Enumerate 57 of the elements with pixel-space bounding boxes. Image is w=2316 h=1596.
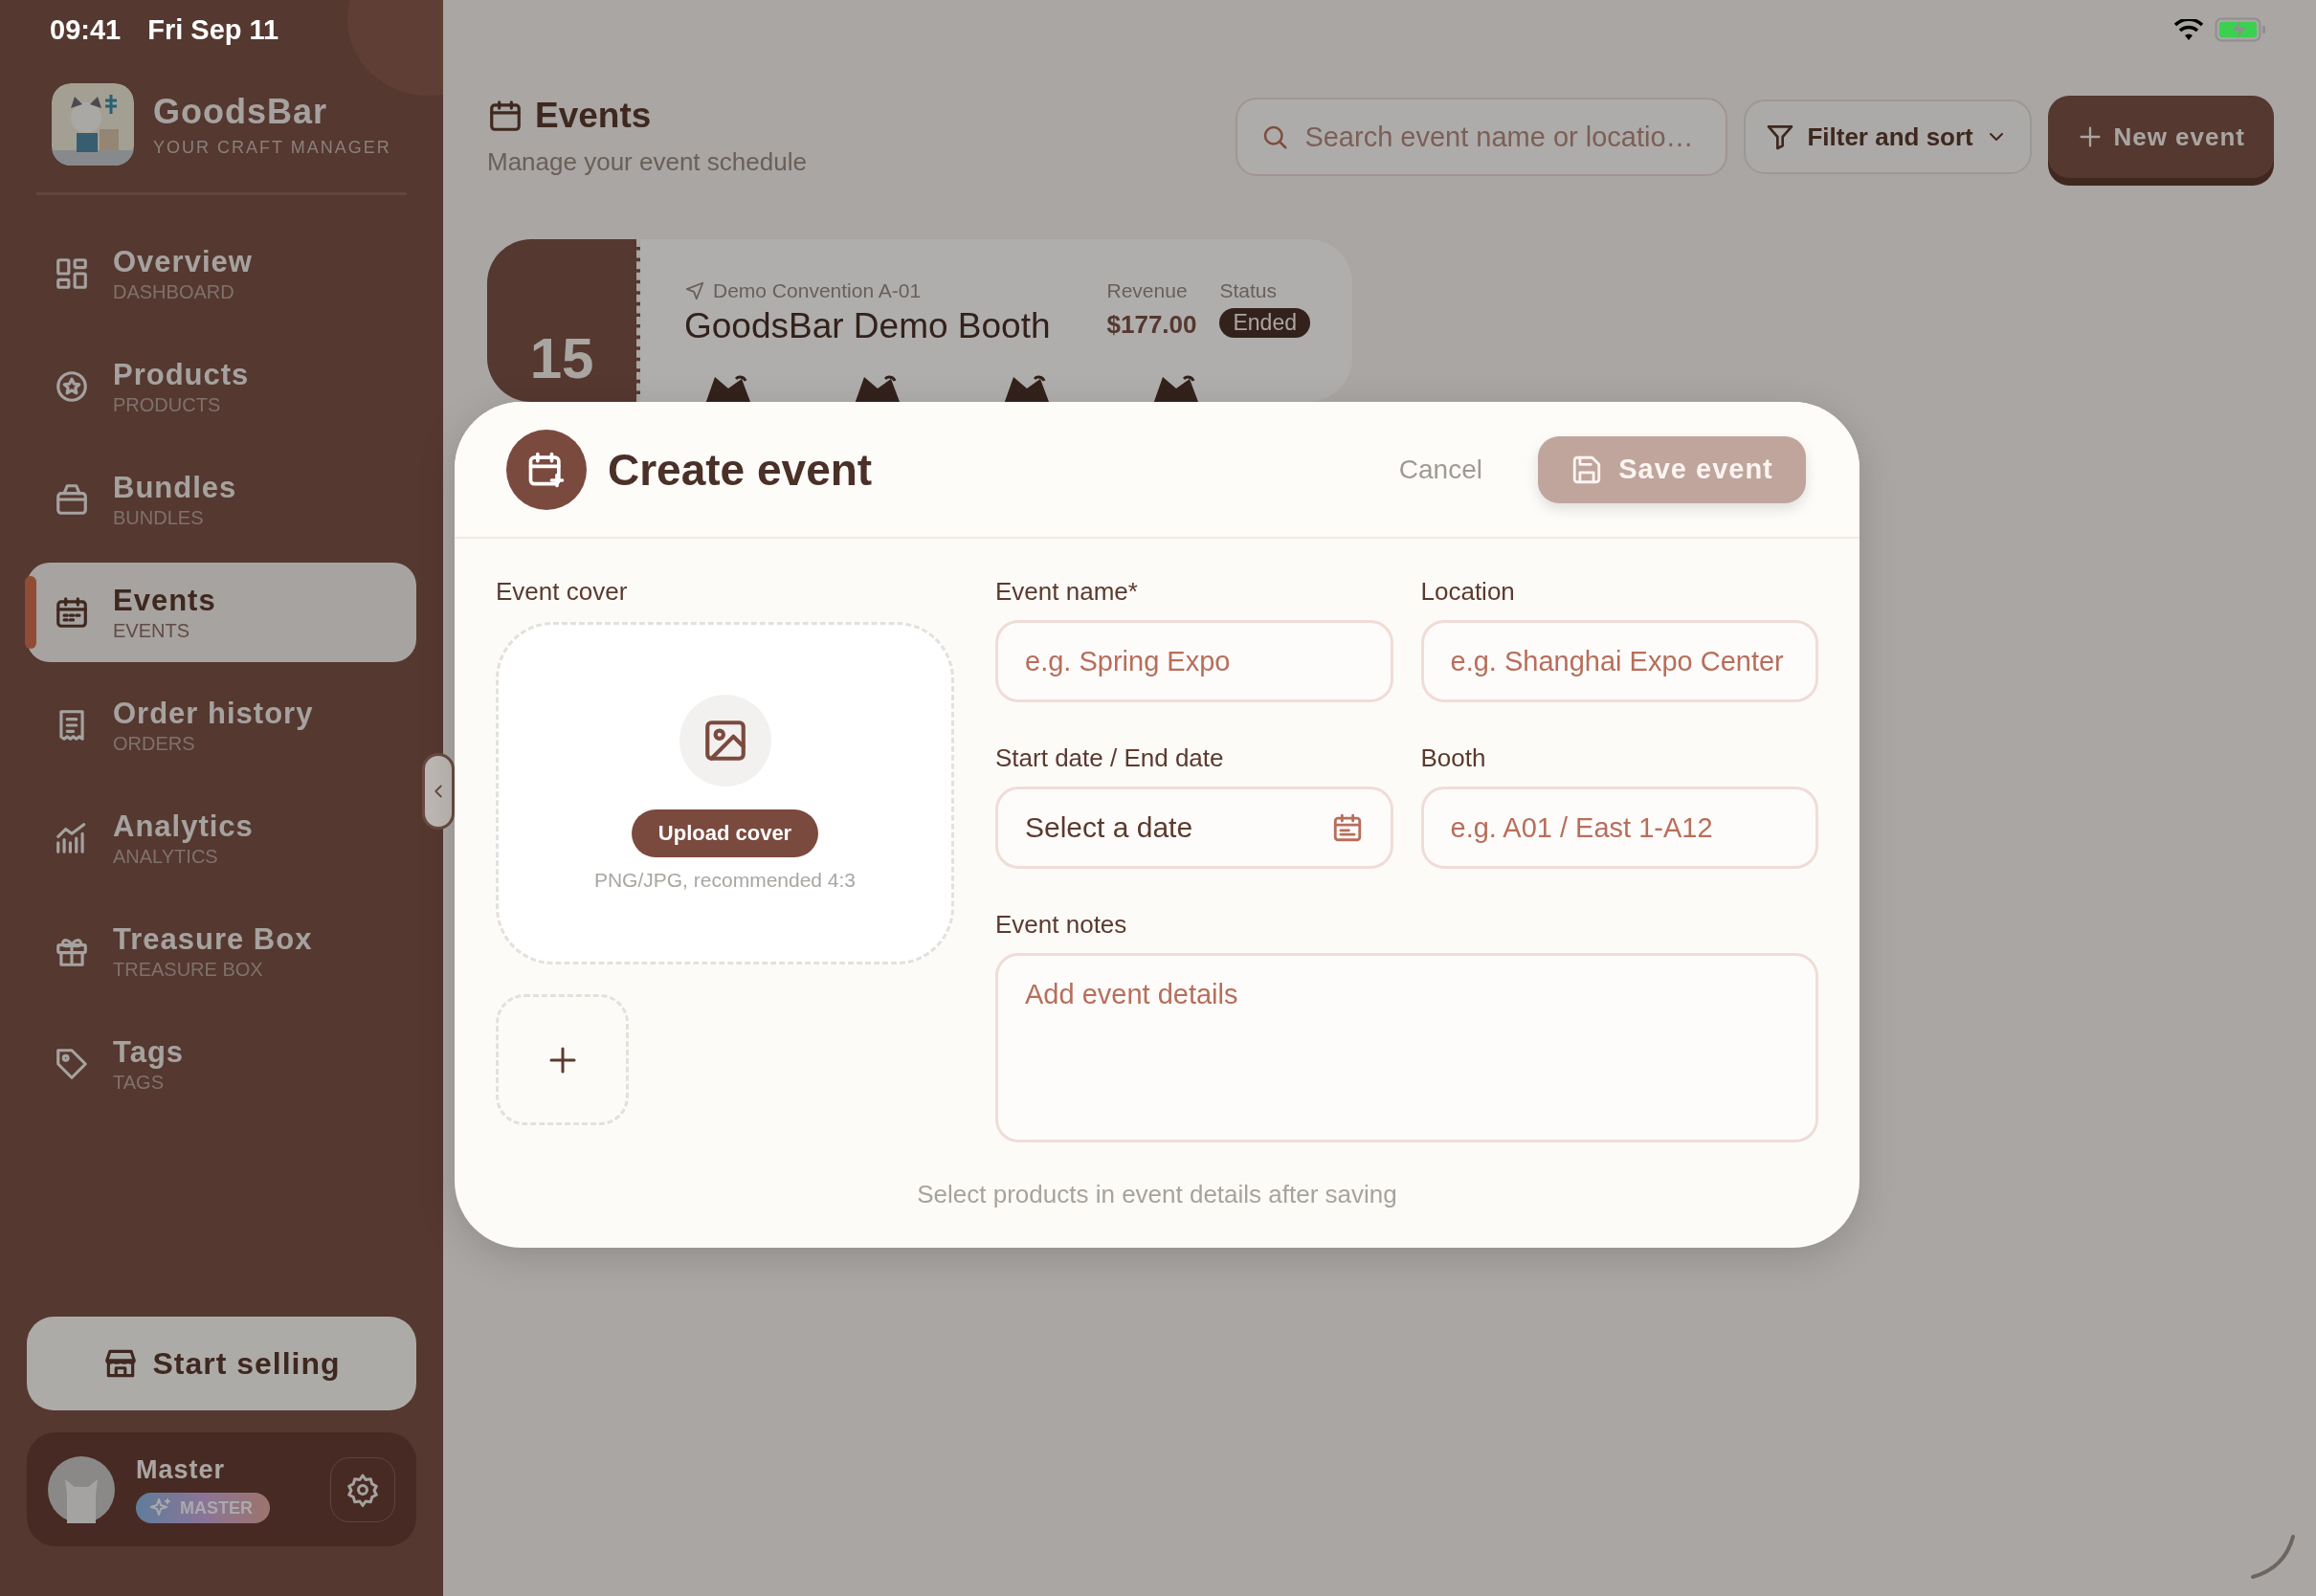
event-card[interactable]: 15 Demo Convention A-01 GoodsBar Demo Booth Revenue $177.00 Status Ended: [487, 239, 1352, 402]
revenue-value: $177.00: [1106, 310, 1197, 340]
app-name: GoodsBar: [153, 91, 329, 132]
page-subtitle: Manage your event schedule: [487, 147, 807, 177]
status-badge: Ended: [1219, 308, 1310, 338]
collapse-handle[interactable]: [422, 753, 455, 830]
sidebar-item[interactable]: Products PRODUCTS: [27, 337, 416, 436]
battery-icon: [2215, 17, 2266, 42]
nav-icon: [54, 255, 90, 292]
date-field[interactable]: Select a date: [995, 787, 1393, 869]
sidebar-item[interactable]: Order history ORDERS: [27, 676, 416, 775]
upload-cover-button[interactable]: Upload cover: [631, 809, 819, 857]
cancel-button[interactable]: Cancel: [1398, 454, 1482, 485]
nav-icon: [54, 368, 90, 405]
field-label: Booth: [1420, 743, 1487, 773]
input-field[interactable]: e.g. Shanghai Expo Center: [1420, 620, 1818, 702]
input-field[interactable]: e.g. Spring Expo: [995, 620, 1393, 702]
nav-icon: [54, 481, 90, 518]
avatar-icon: [48, 1455, 115, 1523]
calendar-icon: [487, 98, 523, 134]
footer-note: Select products in event details after saving: [916, 1180, 1398, 1210]
field-label: Start date / End date: [995, 743, 1225, 773]
settings-icon: [345, 1472, 380, 1507]
sidebar-item[interactable]: Events EVENTS: [27, 563, 416, 662]
sidebar-item[interactable]: Analytics ANALYTICS: [27, 788, 416, 888]
status-date: Fri Sep 11: [147, 13, 279, 46]
revenue-label: Revenue: [1106, 279, 1189, 302]
filter-button[interactable]: Filter and sort: [1744, 100, 2033, 174]
search-field[interactable]: Search event name or locatio…: [1236, 98, 1728, 176]
upload-hint: PNG/JPG, recommended 4:3: [593, 869, 857, 892]
status-time: 09:41: [50, 13, 122, 46]
event-location: Demo Convention A-01: [713, 279, 922, 302]
corner-curve-icon: [2249, 1533, 2297, 1581]
user-name: Master: [136, 1455, 227, 1485]
sidebar-item[interactable]: Overview DASHBOARD: [27, 224, 416, 323]
send-icon: [684, 280, 705, 301]
event-day: 15: [529, 325, 594, 392]
wifi-icon: [2174, 19, 2203, 40]
status-label: Status: [1219, 279, 1278, 302]
field-label: Event notes: [995, 910, 1128, 940]
app-tagline: YOUR CRAFT MANAGER: [153, 137, 391, 158]
input-field[interactable]: e.g. A01 / East 1-A12: [1420, 787, 1818, 869]
modal-title: Create event: [608, 443, 873, 496]
nav-icon: [54, 594, 90, 631]
event-name: GoodsBar Demo Booth: [684, 306, 1052, 346]
settings-button[interactable]: [330, 1456, 395, 1522]
sidebar-item[interactable]: Treasure Box TREASURE BOX: [27, 901, 416, 1001]
nav-icon: [54, 1046, 90, 1082]
sidebar-item[interactable]: Bundles BUNDLES: [27, 450, 416, 549]
field-label: Event cover: [496, 577, 629, 607]
field-label: Location: [1420, 577, 1516, 607]
sidebar-item[interactable]: Tags TAGS: [27, 1014, 416, 1114]
start-selling-button[interactable]: Start selling: [27, 1317, 416, 1410]
field-label: Event name*: [995, 577, 1139, 607]
notes-field[interactable]: Add event details: [995, 953, 1818, 1142]
page-title: Events: [535, 96, 652, 136]
cover-upload-area[interactable]: Upload cover PNG/JPG, recommended 4:3: [496, 622, 954, 964]
